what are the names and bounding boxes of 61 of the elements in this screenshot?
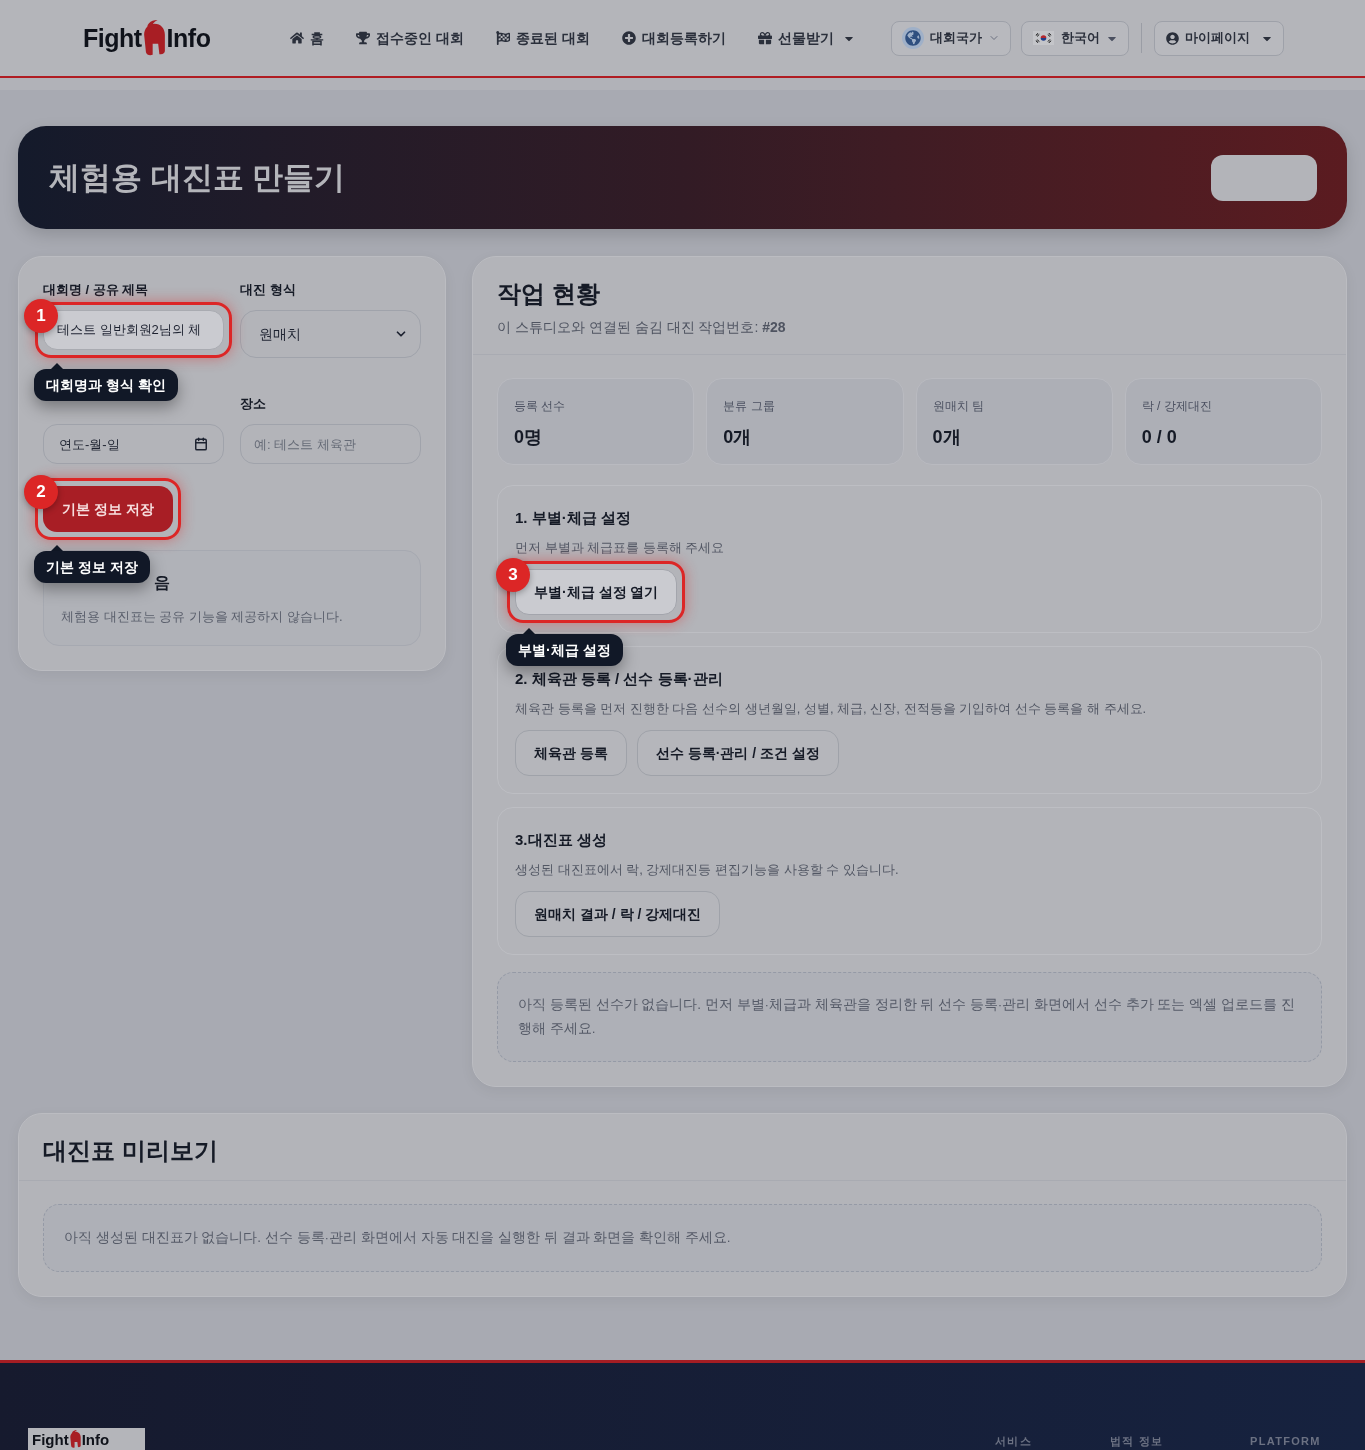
nav-link[interactable]: 종료된 대회 — [496, 27, 591, 49]
tour-tooltip: 기본 정보 저장 — [34, 545, 150, 583]
trophy-icon — [356, 31, 371, 45]
step-description: 체육관 등록을 먼저 진행한 다음 선수의 생년월일, 성별, 체급, 신장, 전적등을 기입하여 선수 등록을 해 주세요. — [515, 700, 1148, 718]
stat-value: 0명 — [514, 426, 543, 449]
footer-logo-link[interactable]: Fight Info — [28, 1428, 145, 1450]
globe-icon — [902, 27, 924, 49]
text-input[interactable]: 예: 테스트 체육관 — [240, 424, 421, 464]
panel-subtitle: 이 스튜디오와 연결된 숨김 대진 작업번호: #28 — [497, 318, 787, 337]
stat-value: 0개 — [723, 426, 753, 449]
footer-heading: 법적 정보 — [1110, 1434, 1165, 1448]
page-title: 체험용 대진표 만들기 — [49, 158, 346, 197]
stat-label: 원매치 팀 — [932, 398, 985, 415]
calendar-icon — [194, 437, 208, 451]
step-badge: 1 — [24, 299, 58, 333]
user-icon — [1166, 31, 1179, 45]
panel-title: 작업 현황 — [497, 279, 601, 309]
nav-link[interactable]: 홈 — [290, 27, 325, 49]
footer-heading: PLATFORM — [1250, 1434, 1320, 1448]
date-input[interactable]: 연도-월-일 — [43, 424, 224, 464]
step-badge: 3 — [496, 558, 530, 592]
checkered-flag-icon — [496, 31, 511, 45]
step-button[interactable]: 선수 등록·관리 / 조건 설정 — [636, 730, 839, 776]
share-notice-title: 음 — [154, 573, 170, 593]
step-title: 1. 부별·체급 설정 — [515, 508, 632, 528]
tour-tooltip: 부별·체급 설정 — [506, 628, 623, 666]
country-button[interactable]: 대회국가 — [891, 20, 1011, 56]
pill-button[interactable] — [1211, 154, 1317, 201]
format-select[interactable]: 원매치 — [240, 310, 421, 358]
step-button[interactable]: 원매치 결과 / 락 / 강제대진 — [515, 891, 721, 937]
account-button[interactable]: 마이페이지 — [1154, 20, 1284, 56]
field-label: 대진 형식 — [240, 282, 297, 298]
stat-value: 0개 — [932, 426, 962, 449]
stat-label: 분류 그룹 — [723, 398, 776, 415]
step-title: 2. 체육관 등록 / 선수 등록·관리 — [515, 669, 724, 689]
share-notice-text: 체험용 대진표는 공유 기능을 제공하지 않습니다. — [61, 608, 344, 626]
step-button[interactable]: 체육관 등록 — [515, 730, 627, 776]
footer-heading: 서비스 — [995, 1434, 1033, 1448]
step-description: 생성된 대진표에서 락, 강제대진등 편집기능을 사용할 수 있습니다. — [515, 861, 900, 879]
field-label: 대회명 / 공유 제목 — [43, 282, 150, 298]
helmet-icon — [143, 20, 165, 56]
flag-icon — [1033, 31, 1054, 45]
logo-link[interactable]: Fight Info — [83, 17, 211, 59]
step-title: 3.대진표 생성 — [515, 830, 608, 850]
gift-icon — [758, 31, 773, 45]
nav-link[interactable]: 접수중인 대회 — [356, 27, 465, 49]
empty-notice: 아직 등록된 선수가 없습니다. 먼저 부별·체급과 체육관을 정리한 뒤 선수 등록·관리 화면에서 선수 추가 또는 엑셀 업로드를 진행해 주세요. — [497, 972, 1322, 1062]
nav-link[interactable]: 선물받기 — [758, 27, 855, 49]
helmet-icon — [69, 1430, 81, 1448]
tour-tooltip: 대회명과 형식 확인 — [34, 363, 178, 401]
nav-link[interactable]: 대회등록하기 — [622, 27, 727, 49]
stat-label: 등록 선수 — [514, 398, 567, 415]
step-badge: 2 — [24, 475, 58, 509]
step-description: 먼저 부별과 체급표를 등록해 주세요 — [515, 539, 726, 557]
language-button[interactable]: 한국어 — [1021, 20, 1129, 56]
preview-title: 대진표 미리보기 — [43, 1136, 219, 1166]
stat-value: 0 / 0 — [1141, 426, 1178, 449]
empty-notice: 아직 생성된 대진표가 없습니다. 선수 등록·관리 화면에서 자동 대진을 실행한 뒤 결과 화면을 확인해 주세요. — [43, 1204, 1322, 1272]
home-icon — [290, 31, 305, 45]
field-label: 장소 — [240, 396, 267, 412]
stat-label: 락 / 강제대진 — [1141, 398, 1213, 415]
